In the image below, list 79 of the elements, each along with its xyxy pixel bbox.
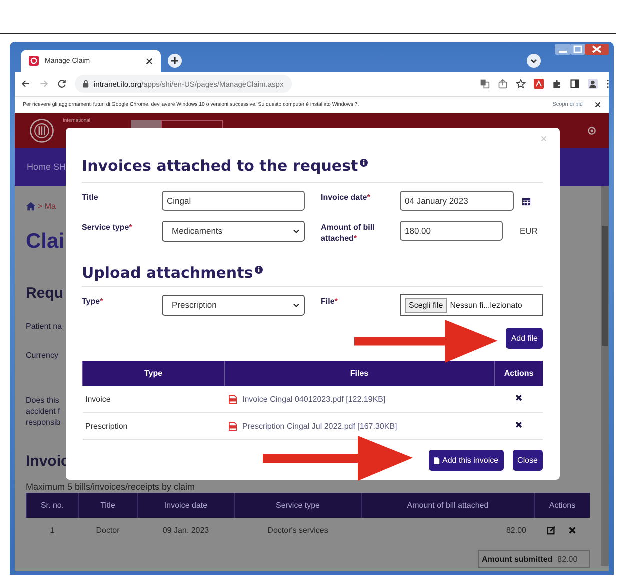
date-field[interactable]: 04 January 2023 (400, 191, 514, 211)
choose-file-button[interactable]: Scegli file (405, 298, 448, 312)
file-link[interactable]: Invoice Cingal 04012023.pdf [122.19KB] (242, 394, 386, 404)
title-field[interactable]: Cingal (162, 191, 305, 211)
lock-icon (83, 80, 89, 88)
more-icon[interactable] (606, 79, 610, 89)
scrollbar[interactable] (601, 186, 609, 566)
table-cell: Doctor (78, 518, 138, 542)
chevron-down-icon (293, 228, 300, 234)
add-file-button[interactable]: Add file (506, 328, 543, 349)
column-header: Actions (534, 493, 590, 518)
column-header: Title (78, 493, 138, 518)
star-icon[interactable] (516, 79, 526, 89)
document-icon (434, 456, 440, 464)
edit-icon[interactable] (547, 526, 556, 534)
amount-label: Amount submitted (482, 554, 553, 564)
delete-icon[interactable] (514, 394, 523, 402)
column-header: Invoice date (138, 493, 234, 518)
question-label: Does this accident f responsib (26, 395, 61, 428)
field-label: Patient na (26, 322, 62, 331)
nav-item[interactable]: Home SH (27, 162, 66, 172)
table-cell: Doctor's services (234, 518, 362, 542)
section-heading: Requ (26, 285, 64, 302)
new-tab-icon[interactable] (168, 54, 182, 68)
home-icon[interactable] (26, 202, 36, 210)
sidebar-icon[interactable] (570, 79, 580, 89)
column-header: Actions (494, 361, 543, 386)
file-link[interactable]: Prescription Cingal Jul 2022.pdf [167.30KB] (242, 422, 398, 430)
puzzle-icon[interactable] (552, 79, 562, 89)
emblem-icon (29, 118, 55, 144)
amount-field[interactable]: 180.00 (400, 221, 503, 241)
delete-icon[interactable] (514, 421, 523, 429)
chevron-down-icon[interactable] (527, 54, 541, 68)
settings-icon[interactable] (587, 126, 597, 136)
file-status: Nessun fi...lezionato (450, 300, 522, 310)
field-label: Currency (26, 351, 58, 360)
add-invoice-button[interactable]: Add this invoice (428, 450, 504, 471)
translate-icon[interactable] (480, 79, 490, 89)
chevron-down-icon (293, 302, 300, 308)
info-icon[interactable] (360, 159, 368, 167)
share-icon[interactable] (498, 79, 508, 89)
field-label: Title (82, 192, 100, 204)
window-controls-icon[interactable] (555, 44, 609, 56)
service-type-select[interactable]: Medicaments (162, 220, 305, 242)
table-cell: 09 Jan. 2023 (138, 518, 234, 542)
table-cell: 1 (26, 518, 78, 542)
amount-value: 82.00 (558, 554, 578, 564)
table-cell: 82.00 (362, 518, 534, 542)
currency-label: EUR (520, 226, 538, 236)
type-select[interactable]: Prescription (162, 294, 305, 316)
file-input[interactable]: Scegli file Nessun fi...lezionato (400, 294, 543, 316)
field-label: Amount of bill attached* (321, 222, 376, 244)
field-label: Invoice date* (321, 192, 372, 204)
field-label: Type* (82, 296, 104, 308)
profile-icon[interactable] (588, 79, 598, 89)
section-heading: Upload attachments (82, 264, 254, 282)
column-header: Type (82, 361, 224, 386)
back-icon[interactable] (21, 79, 31, 89)
close-icon[interactable] (146, 58, 153, 64)
column-header: Sr. no. (26, 493, 78, 518)
pdf-file-icon (228, 422, 236, 430)
dialog-title: Invoices attached to the request (82, 157, 358, 175)
table-cell: Prescription (82, 412, 224, 440)
field-label: File* (321, 296, 339, 308)
column-header: Service type (234, 493, 362, 518)
table-cell: Invoice (82, 386, 224, 412)
pdf-file-icon (228, 394, 236, 404)
invoice-limit-note: Maximum 5 bills/invoices/receipts by claim (26, 482, 196, 492)
favicon-icon (29, 56, 39, 66)
close-icon[interactable] (595, 102, 601, 108)
info-icon[interactable] (255, 266, 264, 274)
page-title: Clai (26, 230, 65, 254)
reload-icon[interactable] (57, 79, 67, 89)
field-label: Service type* (82, 222, 134, 234)
column-header: Files (224, 361, 494, 386)
column-header: Amount of bill attached (362, 493, 534, 518)
calendar-icon[interactable] (522, 196, 531, 206)
pdf-extension-icon[interactable] (534, 79, 544, 89)
close-button[interactable]: Close (512, 450, 543, 471)
